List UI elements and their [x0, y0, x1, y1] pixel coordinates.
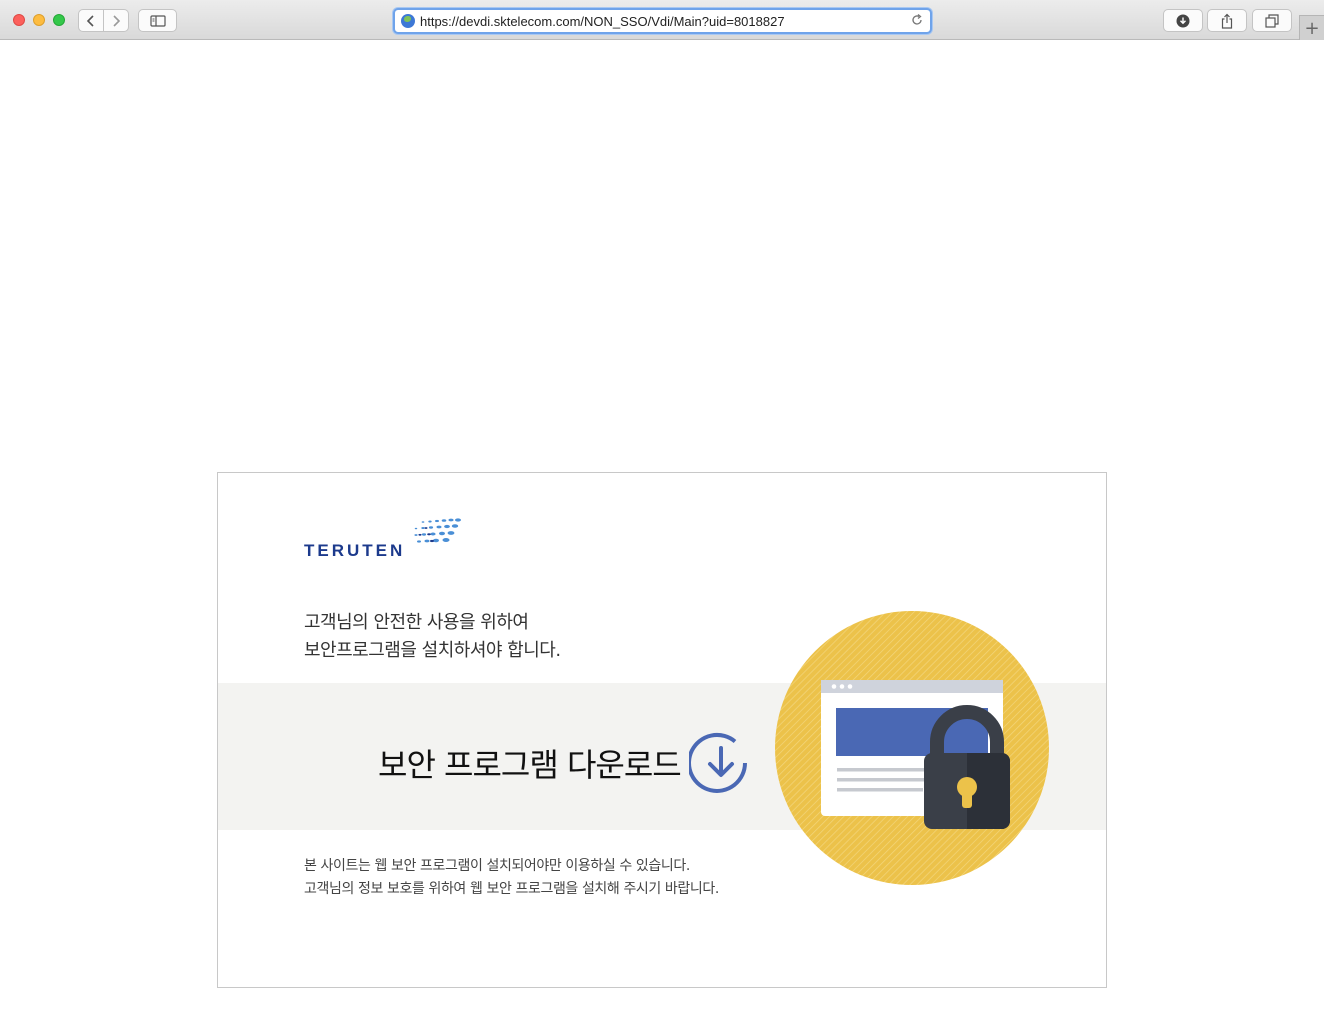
forward-button[interactable]: [103, 9, 129, 32]
sidebar-toggle-button[interactable]: [138, 9, 177, 32]
window-close-button[interactable]: [13, 14, 25, 26]
forward-icon: [113, 14, 120, 27]
sidebar-icon: [149, 14, 166, 27]
window-minimize-button[interactable]: [33, 14, 45, 26]
note-line-2: 고객님의 정보 보호를 위하여 웹 보안 프로그램을 설치해 주시기 바랍니다.: [304, 881, 719, 897]
share-button[interactable]: [1207, 9, 1247, 32]
logo-dots-graphic: [414, 518, 461, 543]
intro-line-1: 고객님의 안전한 사용을 위하여: [304, 612, 529, 633]
globe-icon: [401, 14, 415, 28]
intro-line-2: 보안프로그램을 설치하셔야 합니다.: [304, 640, 561, 661]
reload-icon[interactable]: [910, 13, 924, 27]
back-button[interactable]: [78, 9, 104, 32]
teruten-logo: TERUTEN: [304, 517, 474, 563]
intro-message: 고객님의 안전한 사용을 위하여 보안프로그램을 설치하셔야 합니다.: [304, 609, 561, 665]
address-bar[interactable]: https://devdi.sktelecom.com/NON_SSO/Vdi/…: [393, 8, 932, 34]
download-arrow-icon: [688, 733, 747, 793]
navigation-buttons: [78, 9, 129, 32]
secure-browser-illustration: [775, 611, 1049, 885]
back-icon: [86, 14, 94, 27]
logo-text: TERUTEN: [304, 541, 406, 560]
browser-toolbar: https://devdi.sktelecom.com/NON_SSO/Vdi/…: [0, 0, 1324, 40]
new-tab-button[interactable]: +: [1299, 15, 1324, 40]
share-icon: [1221, 13, 1233, 29]
download-icon: [1176, 14, 1190, 27]
download-label: 보안 프로그램 다운로드: [378, 746, 682, 784]
tab-overview-button[interactable]: [1252, 9, 1292, 32]
window-zoom-button[interactable]: [53, 14, 65, 26]
note-line-1: 본 사이트는 웹 보안 프로그램이 설치되어야만 이용하실 수 있습니다.: [304, 858, 690, 874]
security-notice-card: TERUTEN 고객님의 안전한 사용을 위하여 보안프로그램을 설치하셔야 합…: [217, 472, 1107, 988]
downloads-button[interactable]: [1163, 9, 1203, 32]
url-text: https://devdi.sktelecom.com/NON_SSO/Vdi/…: [420, 13, 785, 29]
install-notice: 본 사이트는 웹 보안 프로그램이 설치되어야만 이용하실 수 있습니다. 고객…: [304, 855, 719, 901]
security-program-download-link[interactable]: 보안 프로그램 다운로드: [378, 731, 753, 795]
tabs-icon: [1265, 13, 1279, 28]
